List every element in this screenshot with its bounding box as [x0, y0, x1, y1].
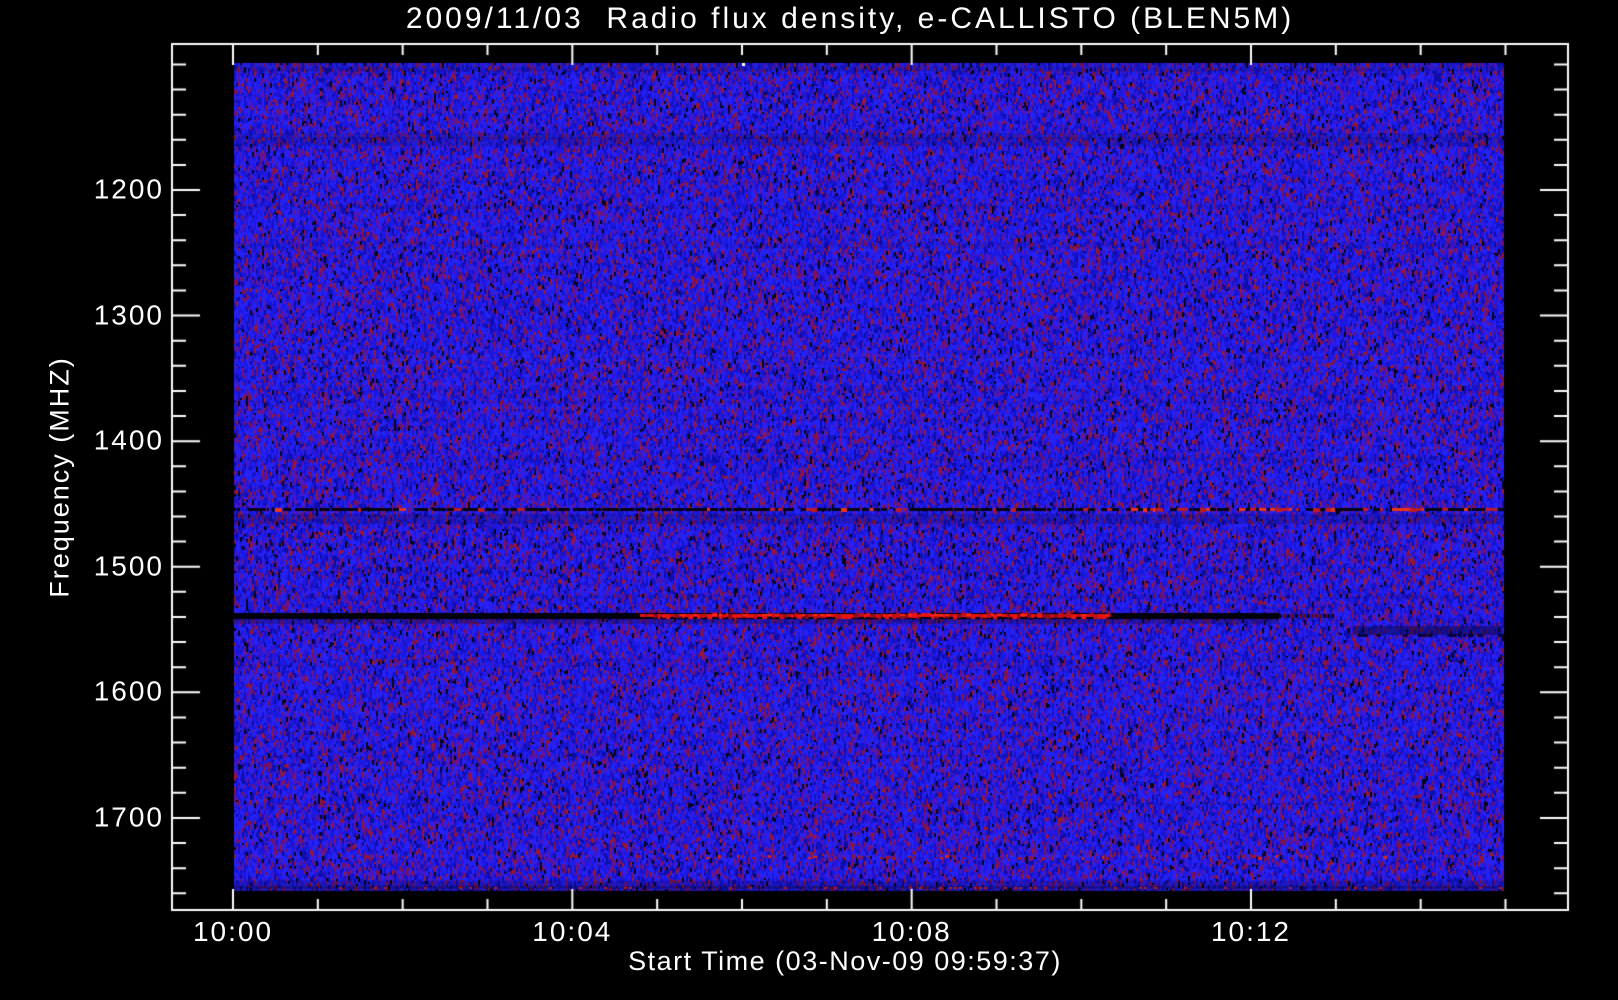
chart-title: 2009/11/03 Radio flux density, e-CALLIST… — [405, 2, 1295, 35]
x-tick-label: 10:12 — [1210, 916, 1292, 947]
y-tick-label: 1200 — [93, 173, 164, 205]
y-tick-label: 1400 — [93, 424, 164, 456]
y-tick-label: 1600 — [93, 675, 164, 707]
y-tick-label: 1500 — [93, 550, 164, 582]
x-axis-title: Start Time (03-Nov-09 09:59:37) — [628, 946, 1062, 976]
spectrogram-window: 2009/11/03 Radio flux density, e-CALLIST… — [0, 0, 1618, 1000]
y-tick-label: 1700 — [93, 801, 164, 833]
y-tick-label: 1300 — [93, 298, 164, 330]
x-tick-label: 10:08 — [871, 916, 952, 947]
x-tick-label: 10:04 — [532, 916, 613, 947]
spectrogram-canvas — [0, 0, 1618, 1000]
x-tick-label: 10:00 — [192, 916, 274, 947]
